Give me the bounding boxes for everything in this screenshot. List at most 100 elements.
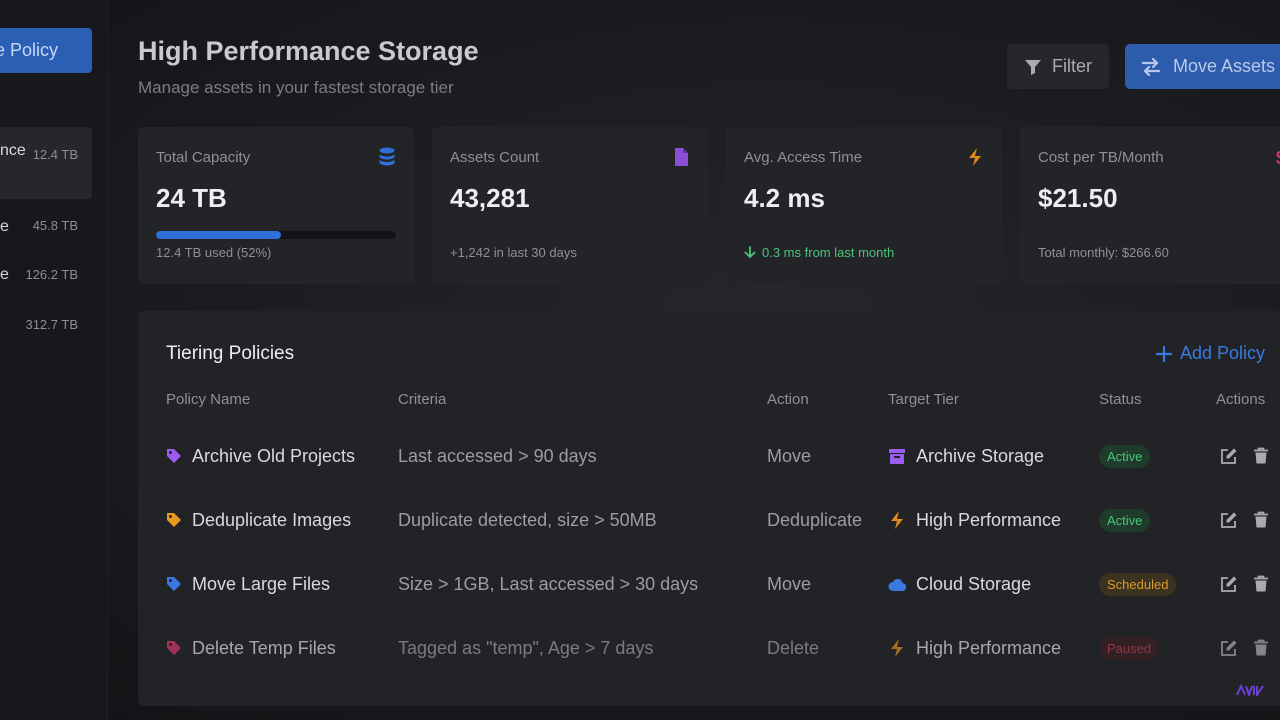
add-policy-label: Add Policy (1180, 343, 1266, 363)
bolt-icon (891, 511, 903, 529)
stat-label: Avg. Access Time (744, 149, 863, 166)
policy-actions-cell (1220, 488, 1280, 552)
table-row[interactable]: Move Large Files Size > 1GB, Last access… (138, 552, 1280, 616)
policy-status-cell: Scheduled (1099, 552, 1177, 616)
policy-action: Move (767, 573, 812, 594)
policy-name: Deduplicate Images (192, 509, 352, 530)
sidebar-tier-cloud[interactable]: 312.7 TB (0, 317, 92, 357)
column-header-criteria: Criteria (398, 391, 447, 408)
policy-actions-cell (1220, 616, 1280, 680)
sidebar-tier-high-performance[interactable]: nce 12.4 TB (0, 127, 92, 199)
policy-name-cell: Deduplicate Images (166, 488, 351, 552)
dollar-icon: $ (1276, 148, 1280, 167)
stat-card-assets-count: Assets Count 43,281 +1,242 in last 30 da… (432, 127, 708, 284)
sidebar-tier-standard[interactable]: e 45.8 TB (0, 218, 92, 258)
move-assets-label: Move Assets (1173, 56, 1276, 76)
capacity-progress-fill (156, 231, 281, 239)
stat-value: 43,281 (450, 183, 530, 213)
bolt-icon (891, 639, 903, 657)
column-header-actions: Actions (1216, 391, 1266, 408)
stat-card-cost-per-tb: Cost per TB/Month $ $21.50 Total monthly… (1020, 127, 1280, 284)
plus-icon (1156, 345, 1172, 362)
policy-status-cell: Active (1099, 488, 1151, 552)
policy-name-cell: Move Large Files (166, 552, 330, 616)
policy-target-tier-cell: High Performance (888, 488, 1061, 552)
column-header-status: Status (1099, 391, 1142, 408)
policy-actions-cell (1220, 424, 1280, 488)
column-header-action: Action (767, 391, 809, 408)
policy-target-tier: Cloud Storage (916, 573, 1032, 594)
table-row[interactable]: Archive Old Projects Last accessed > 90 … (138, 424, 1280, 488)
edit-icon[interactable] (1220, 447, 1238, 465)
edit-icon[interactable] (1220, 639, 1238, 657)
delete-icon[interactable] (1252, 447, 1270, 465)
filter-icon (1025, 59, 1041, 75)
bolt-icon (969, 148, 981, 166)
arrow-down-icon (744, 246, 756, 259)
tiering-policies-panel: Tiering Policies Add Policy Policy Name … (138, 311, 1280, 706)
delete-icon[interactable] (1252, 511, 1270, 529)
stat-label: Assets Count (450, 149, 540, 166)
delete-icon[interactable] (1252, 575, 1270, 593)
policy-name-cell: Delete Temp Files (166, 616, 336, 680)
stat-label: Total Capacity (156, 149, 251, 166)
policy-target-tier-cell: Archive Storage (888, 424, 1044, 488)
status-badge: Active (1099, 508, 1151, 532)
move-assets-button[interactable]: Move Assets (1125, 44, 1280, 89)
tag-icon (167, 449, 181, 463)
stat-footer: 12.4 TB used (52%) (156, 245, 272, 260)
stat-value: 24 TB (156, 183, 227, 213)
tag-icon (167, 513, 181, 527)
policy-action: Deduplicate (767, 509, 863, 530)
brand-logo-icon (1236, 684, 1264, 696)
database-icon (379, 147, 395, 166)
cloud-icon (888, 578, 906, 592)
stat-footer: 0.3 ms from last month (744, 245, 894, 260)
policy-criteria: Tagged as "temp", Age > 7 days (398, 637, 654, 658)
policy-target-tier-cell: High Performance (888, 616, 1061, 680)
policy-target-tier: Archive Storage (916, 445, 1045, 466)
page-subtitle: Manage assets in your fastest storage ti… (138, 78, 454, 97)
policy-actions-cell (1220, 552, 1280, 616)
sidebar: e Policy nce 12.4 TB e 45.8 TB e 126.2 T… (0, 0, 108, 720)
stat-footer: +1,242 in last 30 days (450, 245, 577, 260)
sidebar-tier-name: e (0, 218, 9, 235)
tag-icon (167, 577, 181, 591)
policy-criteria: Size > 1GB, Last accessed > 30 days (398, 573, 699, 594)
stat-card-avg-access-time: Avg. Access Time 4.2 ms 0.3 ms from last… (726, 127, 1002, 284)
edit-icon[interactable] (1220, 575, 1238, 593)
page-title: High Performance Storage (138, 36, 479, 66)
sidebar-tier-size: 126.2 TB (25, 267, 78, 282)
sidebar-tier-size: 312.7 TB (25, 317, 78, 332)
stat-card-total-capacity: Total Capacity 24 TB 12.4 TB used (52%) (138, 127, 414, 284)
policy-name: Move Large Files (192, 573, 331, 594)
policy-name: Delete Temp Files (192, 637, 336, 658)
column-header-target-tier: Target Tier (888, 391, 959, 408)
policy-criteria: Last accessed > 90 days (398, 445, 597, 466)
delete-icon[interactable] (1252, 639, 1270, 657)
policy-target-tier: High Performance (916, 509, 1062, 530)
file-icon (675, 148, 688, 166)
stat-label: Cost per TB/Month (1038, 149, 1164, 166)
tag-icon (167, 641, 181, 655)
stat-value: $21.50 (1038, 183, 1118, 213)
status-badge: Scheduled (1099, 572, 1177, 596)
sidebar-tier-size: 12.4 TB (32, 147, 78, 162)
policy-action: Delete (767, 637, 820, 658)
edit-icon[interactable] (1220, 511, 1238, 529)
table-row[interactable]: Delete Temp Files Tagged as "temp", Age … (138, 616, 1280, 680)
stat-footer: Total monthly: $266.60 (1038, 245, 1169, 260)
sidebar-tier-name: nce (0, 142, 26, 159)
table-row[interactable]: Deduplicate Images Duplicate detected, s… (138, 488, 1280, 552)
create-policy-button[interactable]: e Policy (0, 28, 92, 73)
policy-criteria: Duplicate detected, size > 50MB (398, 509, 657, 530)
filter-button[interactable]: Filter (1007, 44, 1109, 89)
column-header-policy-name: Policy Name (166, 391, 251, 408)
filter-button-label: Filter (1052, 56, 1092, 76)
add-policy-button[interactable]: Add Policy (1156, 343, 1265, 364)
sidebar-tier-archive[interactable]: e 126.2 TB (0, 266, 92, 306)
archive-icon (889, 449, 905, 464)
status-badge: Paused (1099, 636, 1160, 660)
stat-value: 4.2 ms (744, 183, 825, 213)
stat-footer-text: 0.3 ms from last month (762, 245, 895, 260)
